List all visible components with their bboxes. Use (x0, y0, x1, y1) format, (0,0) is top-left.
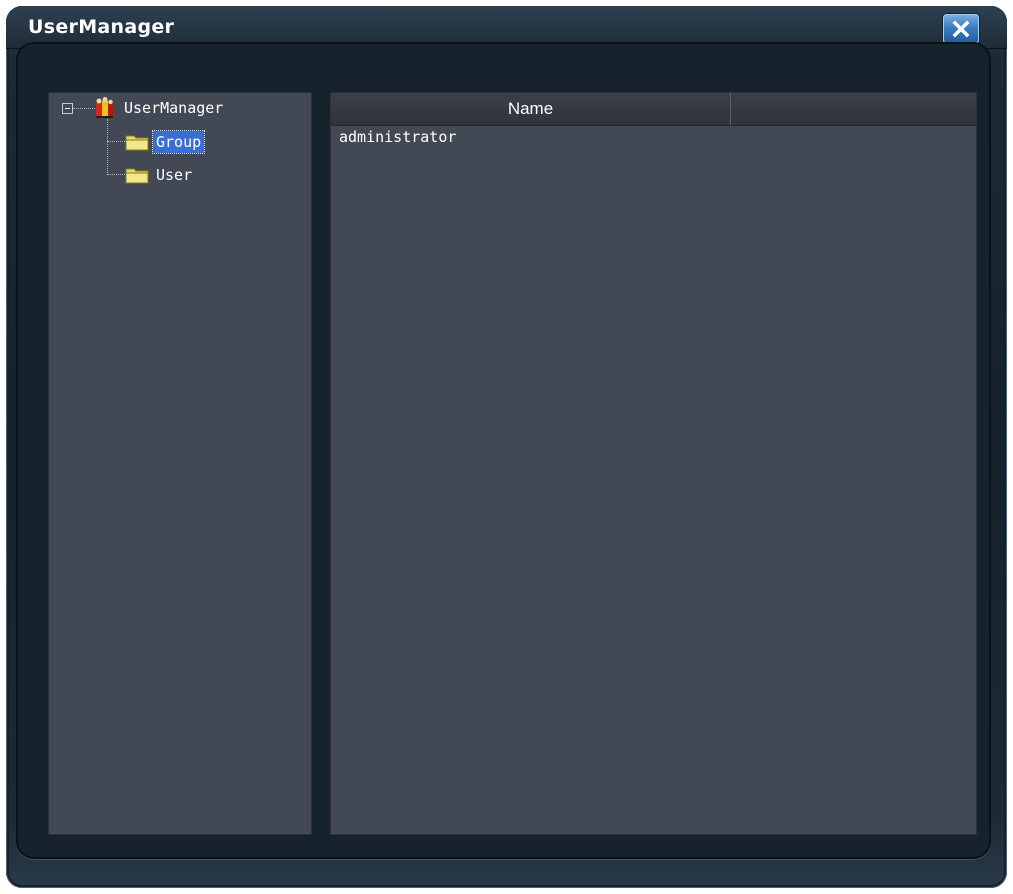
folder-icon (125, 135, 149, 151)
tree-node-user[interactable]: User (125, 162, 195, 188)
tree-node-group[interactable]: Group (125, 129, 206, 155)
tree-connector (107, 141, 125, 142)
column-header-name[interactable]: Name (331, 93, 731, 125)
tree-connector (73, 108, 95, 109)
tree-node-usermanager[interactable]: UserManager (93, 95, 226, 121)
users-manager-icon (96, 97, 113, 118)
close-button[interactable] (943, 14, 979, 44)
list-body: administrator (331, 126, 976, 148)
tree-pane[interactable]: UserManager Group User (48, 92, 312, 835)
tree-connector (107, 119, 108, 175)
tree-label-group: Group (151, 130, 206, 154)
list-item[interactable]: administrator (331, 126, 976, 148)
window-title: UserManager (28, 16, 175, 38)
close-x-icon (952, 20, 970, 38)
tree-label-usermanager: UserManager (124, 99, 224, 117)
column-header-empty[interactable] (731, 93, 976, 125)
list-pane[interactable]: Name administrator (330, 92, 977, 835)
folder-icon (125, 168, 149, 184)
collapse-toggle[interactable] (62, 103, 73, 114)
list-header: Name (331, 93, 976, 126)
tree-label-user: User (156, 166, 193, 184)
tree-connector (107, 174, 125, 175)
